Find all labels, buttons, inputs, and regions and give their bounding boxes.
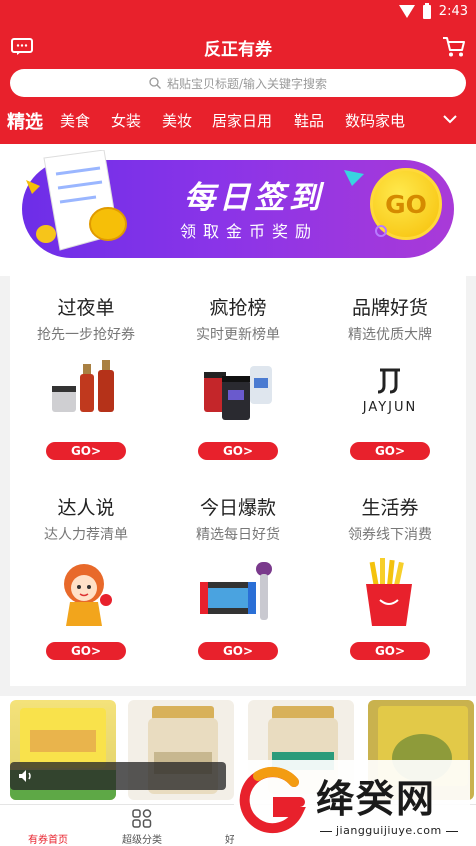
feature-go-button[interactable]: GO> bbox=[350, 642, 430, 660]
category-icon bbox=[132, 809, 152, 828]
feature-title: 过夜单 bbox=[57, 297, 115, 319]
feature-subtitle: 抢先一步抢好券 bbox=[37, 327, 135, 343]
feature-go-button[interactable]: GO> bbox=[198, 442, 278, 460]
search-icon bbox=[149, 77, 161, 89]
home-icon bbox=[37, 809, 59, 829]
tab-makeup[interactable]: 美妆 bbox=[162, 110, 192, 131]
french-fries-image bbox=[366, 558, 412, 626]
search-input[interactable]: 粘贴宝贝标题/输入关键字搜索 bbox=[10, 69, 466, 97]
feature-subtitle: 达人力荐清单 bbox=[44, 527, 128, 543]
battery-icon bbox=[422, 2, 431, 19]
watermark-url: jiangguijiuye.com bbox=[316, 824, 462, 837]
feature-go-button[interactable]: GO> bbox=[350, 442, 430, 460]
cartoon-girl-image bbox=[64, 564, 112, 626]
tab-label: 超级分类 bbox=[122, 835, 162, 846]
volume-icon[interactable] bbox=[18, 769, 34, 783]
header: 反正有券 粘贴宝贝标题/输入关键字搜索 精选 美食 女装 美妆 居家日用 鞋品 … bbox=[0, 26, 476, 144]
sparkle-icon bbox=[344, 170, 364, 186]
category-tabs: 精选 美食 女装 美妆 居家日用 鞋品 数码家电 bbox=[0, 104, 476, 138]
supplements-image bbox=[204, 366, 272, 420]
feature-overnight[interactable]: 过夜单 抢先一步抢好券 GO> bbox=[10, 276, 162, 476]
feature-brand-goods[interactable]: 品牌好货 精选优质大牌 JAYJUN GO> bbox=[314, 276, 466, 476]
feature-go-button[interactable]: GO> bbox=[46, 642, 126, 660]
tab-shoes[interactable]: 鞋品 bbox=[294, 110, 324, 131]
feature-title: 疯抢榜 bbox=[209, 297, 267, 319]
banner-subtitle: 领取金币奖励 bbox=[180, 222, 319, 241]
feature-ranking[interactable]: 疯抢榜 实时更新榜单 GO> bbox=[162, 276, 314, 476]
watermark-text: 绛癸网 bbox=[316, 777, 437, 821]
tab-label: 有券首页 bbox=[28, 835, 68, 846]
feature-expert[interactable]: 达人说 达人力荐清单 GO> bbox=[10, 476, 162, 676]
feature-title: 今日爆款 bbox=[199, 497, 276, 519]
document-coin-icon bbox=[26, 150, 127, 251]
chevron-down-icon[interactable] bbox=[441, 112, 459, 126]
banner-area: 每日签到 领取金币奖励 GO bbox=[0, 144, 476, 276]
watermark: 绛癸网 jiangguijiuye.com bbox=[234, 760, 470, 846]
feature-life-coupons[interactable]: 生活券 领券线下消费 GO> bbox=[314, 476, 466, 676]
search-placeholder: 粘贴宝贝标题/输入关键字搜索 bbox=[166, 76, 328, 91]
feature-grid: 过夜单 抢先一步抢好券 GO> 疯抢榜 实时更新榜单 GO> 品牌好货 精选优质… bbox=[10, 276, 466, 686]
tab-super-category[interactable]: 超级分类 bbox=[102, 809, 182, 846]
tab-women-clothing[interactable]: 女装 bbox=[111, 110, 141, 131]
jayjun-mark-icon bbox=[377, 368, 400, 394]
feature-go-button[interactable]: GO> bbox=[198, 642, 278, 660]
tab-home[interactable]: 居家日用 bbox=[212, 110, 272, 131]
tab-food[interactable]: 美食 bbox=[60, 110, 90, 131]
wifi-icon bbox=[398, 5, 415, 18]
feature-hot-today[interactable]: 今日爆款 精选每日好货 GO> bbox=[162, 476, 314, 676]
cart-icon[interactable] bbox=[442, 36, 466, 58]
tab-home[interactable]: 有券首页 bbox=[8, 809, 88, 846]
status-icons: 2:43 bbox=[398, 2, 468, 19]
feature-subtitle: 精选优质大牌 bbox=[348, 327, 432, 343]
skincare-bottles-image bbox=[52, 360, 114, 412]
tab-featured[interactable]: 精选 bbox=[7, 108, 43, 134]
feature-subtitle: 领券线下消费 bbox=[348, 527, 432, 543]
jayjun-logo: JAYJUN bbox=[350, 356, 430, 428]
brand-text: JAYJUN bbox=[362, 400, 418, 415]
page-title: 反正有券 bbox=[204, 40, 272, 60]
feature-title: 品牌好货 bbox=[351, 297, 428, 319]
feature-go-button[interactable]: GO> bbox=[46, 442, 126, 460]
console-dryer-image bbox=[200, 562, 272, 620]
feature-title: 达人说 bbox=[57, 497, 115, 519]
feature-subtitle: 精选每日好货 bbox=[196, 527, 280, 543]
banner-title: 每日签到 bbox=[184, 180, 324, 216]
feature-subtitle: 实时更新榜单 bbox=[196, 327, 280, 343]
tab-electronics[interactable]: 数码家电 bbox=[345, 110, 405, 131]
status-bar: 2:43 bbox=[0, 0, 476, 26]
watermark-logo-icon bbox=[239, 766, 306, 834]
feature-title: 生活券 bbox=[361, 497, 419, 519]
status-time: 2:43 bbox=[438, 4, 468, 19]
sparkle-icon bbox=[375, 225, 387, 237]
audio-player[interactable] bbox=[10, 762, 226, 790]
